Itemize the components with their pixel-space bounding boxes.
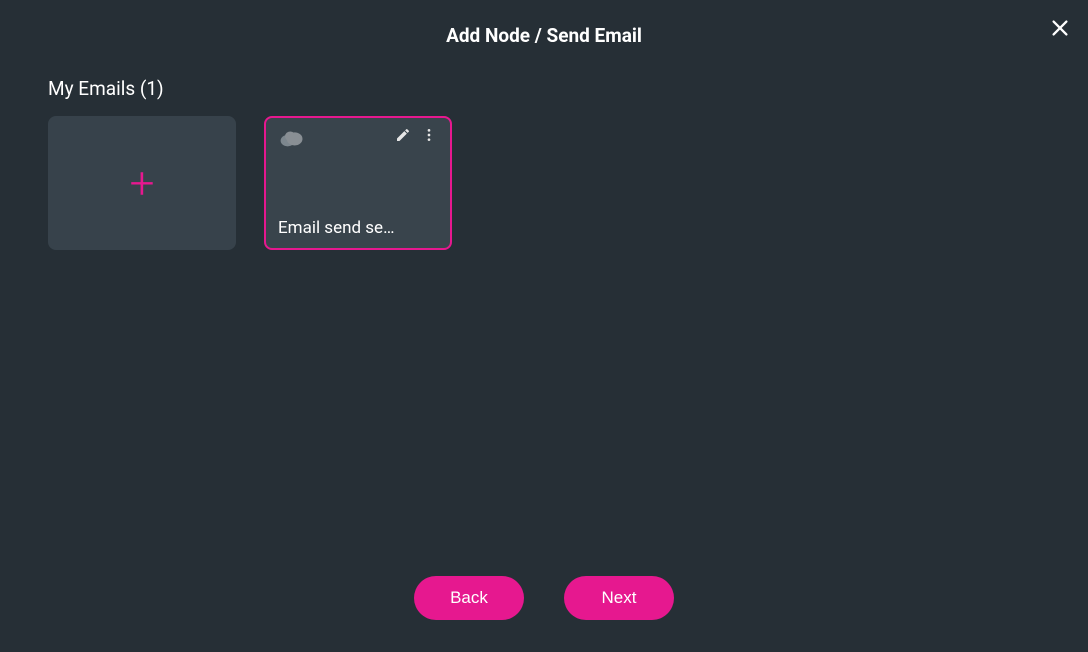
modal-title: Add Node / Send Email — [0, 24, 1088, 47]
close-icon — [1049, 17, 1071, 39]
add-email-card[interactable]: + — [48, 116, 236, 250]
card-top-row — [278, 126, 438, 148]
back-button[interactable]: Back — [414, 576, 524, 620]
email-card[interactable]: Email send se… — [264, 116, 452, 250]
dots-vertical-icon — [421, 127, 437, 143]
section-title: My Emails (1) — [48, 77, 1040, 100]
next-button[interactable]: Next — [564, 576, 674, 620]
edit-button[interactable] — [394, 126, 412, 144]
plus-icon: + — [130, 161, 155, 205]
modal-header: Add Node / Send Email — [0, 0, 1088, 77]
pencil-icon — [395, 127, 411, 143]
close-button[interactable] — [1046, 14, 1074, 42]
modal-container: Add Node / Send Email My Emails (1) + — [0, 0, 1088, 652]
email-card-label: Email send se… — [278, 218, 438, 238]
modal-footer: Back Next — [0, 576, 1088, 652]
cards-row: + — [48, 116, 1040, 250]
card-actions — [394, 126, 438, 144]
more-button[interactable] — [420, 126, 438, 144]
cloud-icon — [278, 128, 306, 148]
modal-content: My Emails (1) + — [0, 77, 1088, 576]
